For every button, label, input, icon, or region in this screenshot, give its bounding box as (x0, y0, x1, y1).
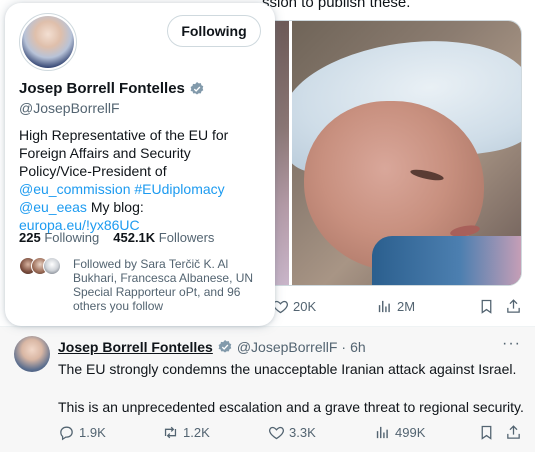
reply-count: 1.9K (79, 425, 106, 440)
repost-icon (164, 426, 177, 439)
post-media-image-2[interactable] (292, 21, 521, 285)
bio-link-eu-commission[interactable]: @eu_commission (19, 181, 130, 197)
tweet-header: Josep Borrell Fontelles @JosepBorrellF ·… (58, 339, 366, 355)
background-share-button[interactable] (505, 298, 522, 315)
tweet-text-line-2: This is an unprecedented escalation and … (58, 399, 524, 415)
bookmark-icon (481, 425, 492, 440)
bookmark-button[interactable] (478, 424, 495, 441)
tweet-author-name[interactable]: Josep Borrell Fontelles (58, 339, 213, 355)
like-button[interactable]: 3.3K (268, 424, 316, 441)
background-bookmark-button[interactable] (478, 298, 495, 315)
tweet-text: The EU strongly condemns the unacceptabl… (58, 360, 528, 417)
hover-card-name-row: Josep Borrell Fontelles (19, 80, 205, 97)
follower-avatar-3 (43, 257, 61, 275)
verified-badge-icon (189, 81, 205, 97)
like-icon (269, 426, 284, 440)
views-count: 499K (395, 425, 426, 440)
bio-text: High Representative of the EU for Foreig… (19, 127, 229, 179)
background-like-count: 20K (293, 299, 317, 314)
share-icon (507, 299, 520, 313)
bio-link-eu-eeas[interactable]: @eu_eeas (19, 199, 87, 215)
repost-button[interactable]: 1.2K (162, 424, 210, 441)
background-views-button[interactable]: 2M (376, 298, 415, 315)
background-like-button[interactable]: 20K (272, 298, 316, 315)
reply-icon (60, 426, 73, 441)
hover-card-bio: High Representative of the EU for Foreig… (19, 126, 267, 234)
hover-card-name[interactable]: Josep Borrell Fontelles (19, 80, 185, 97)
hover-card-handle[interactable]: @JosepBorrellF (19, 100, 120, 116)
verified-badge-icon (217, 339, 233, 355)
more-icon[interactable]: ··· (502, 335, 521, 353)
hover-card-stats: 225 Following 452.1K Followers (19, 230, 214, 245)
tweet-author-handle[interactable]: @JosepBorrellF (237, 339, 338, 355)
share-icon (507, 425, 520, 439)
hover-card-avatar[interactable] (19, 13, 77, 71)
tweet[interactable]: Josep Borrell Fontelles @JosepBorrellF ·… (0, 327, 535, 452)
background-post-text: ssion to publish these. (262, 0, 411, 11)
like-count: 3.3K (289, 425, 316, 440)
bio-blog-label: My blog: (90, 199, 144, 215)
share-button[interactable] (505, 424, 522, 441)
tweet-separator: · (341, 339, 347, 355)
views-button[interactable]: 499K (374, 424, 425, 441)
tweet-text-line-1: The EU strongly condemns the unacceptabl… (58, 361, 517, 377)
avatar[interactable] (14, 336, 50, 372)
background-views-count: 2M (397, 299, 416, 314)
reply-button[interactable]: 1.9K (58, 424, 106, 441)
repost-count: 1.2K (183, 425, 210, 440)
followers-stat[interactable]: 452.1K Followers (113, 230, 214, 245)
bio-link-eudiplomacy[interactable]: #EUdiplomacy (134, 181, 224, 197)
profile-hover-card: Following Josep Borrell Fontelles @Josep… (5, 3, 275, 326)
followed-by-text: Followed by Sara Terčič K. Al Bukhari, F… (73, 257, 254, 313)
tweet-timestamp[interactable]: 6h (350, 339, 366, 355)
bookmark-icon (481, 299, 492, 314)
following-stat[interactable]: 225 Following (19, 230, 99, 245)
views-icon (376, 426, 388, 439)
following-button[interactable]: Following (167, 15, 261, 47)
views-icon (378, 300, 390, 313)
